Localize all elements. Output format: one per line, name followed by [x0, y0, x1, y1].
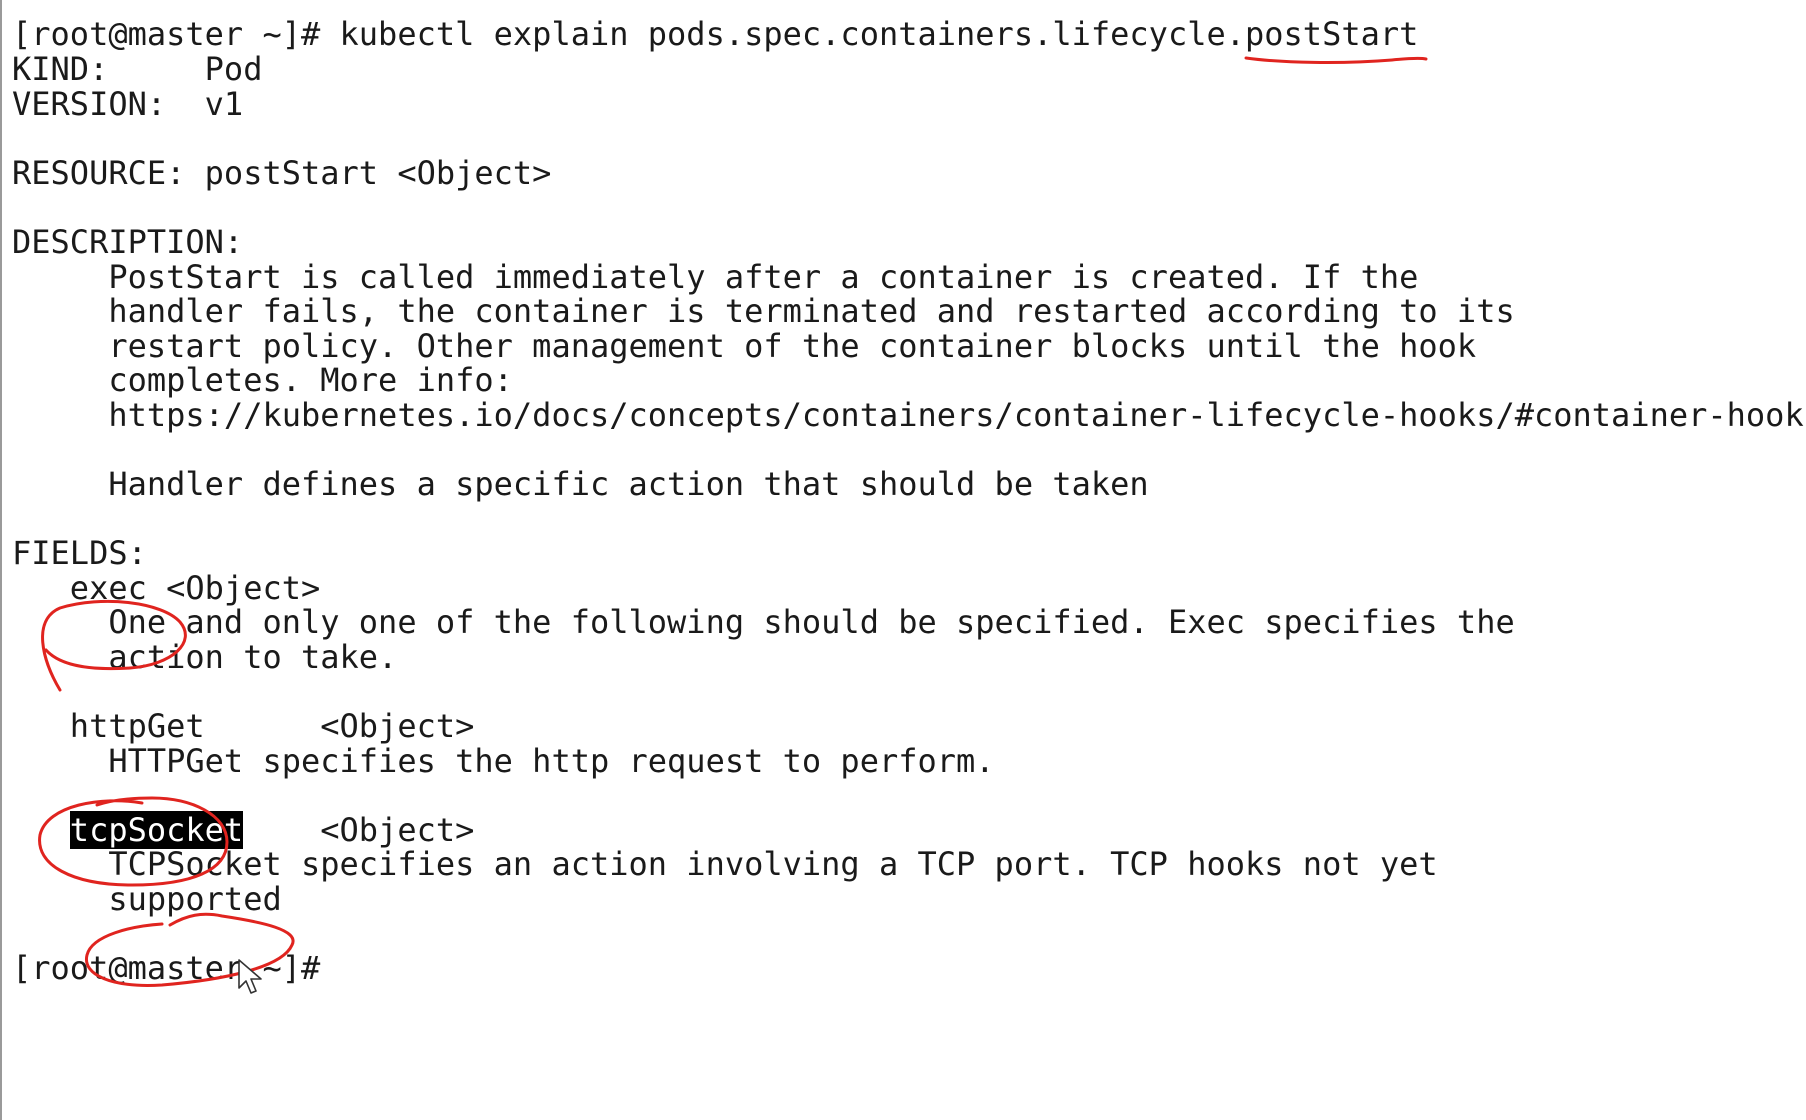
handler-line: Handler defines a specific action that s… [108, 465, 1149, 503]
mouse-pointer-icon [238, 959, 262, 994]
version-line: VERSION: v1 [12, 84, 243, 124]
version-label: VERSION: [12, 85, 167, 123]
description-line: handler fails, the container is terminat… [108, 292, 1515, 330]
description-header: DESCRIPTION: [12, 223, 244, 261]
field-description-line: One and only one of the following should… [108, 603, 1515, 641]
version-value: v1 [204, 85, 244, 123]
description-line: completes. More info: [108, 361, 513, 399]
kind-line: KIND: Pod [12, 49, 262, 89]
field-name: httpGet [69, 707, 205, 745]
kind-label: KIND: [12, 50, 109, 88]
command-line: [root@master ~]# kubectl explain pods.sp… [12, 14, 1418, 54]
terminal-window[interactable]: [root@master ~]# kubectl explain pods.sp… [0, 0, 1806, 1120]
docs-link[interactable]: https://kubernetes.io/docs/concepts/cont… [108, 396, 1806, 434]
field-description-line: TCPSocket specifies an action involving … [108, 845, 1438, 883]
field-httpget-line: httpGet <Object> [12, 706, 475, 746]
field-type: <Object> [320, 707, 475, 745]
command-text: kubectl explain pods.spec.containers.lif… [339, 15, 1419, 53]
field-description-line: supported [108, 880, 282, 918]
description-link-line: https://kubernetes.io/docs/concepts/cont… [12, 395, 1806, 435]
fields-header: FIELDS: [12, 534, 147, 572]
final-prompt[interactable]: [root@master ~]# [12, 948, 320, 988]
field-description-line: HTTPGet specifies the http request to pe… [108, 742, 995, 780]
underline-annotation [1244, 56, 1428, 64]
shell-prompt: [root@master ~]# [12, 15, 340, 53]
field-description-line: action to take. [108, 638, 398, 676]
resource-line: RESOURCE: postStart <Object> [12, 154, 552, 192]
kind-value: Pod [204, 50, 263, 88]
